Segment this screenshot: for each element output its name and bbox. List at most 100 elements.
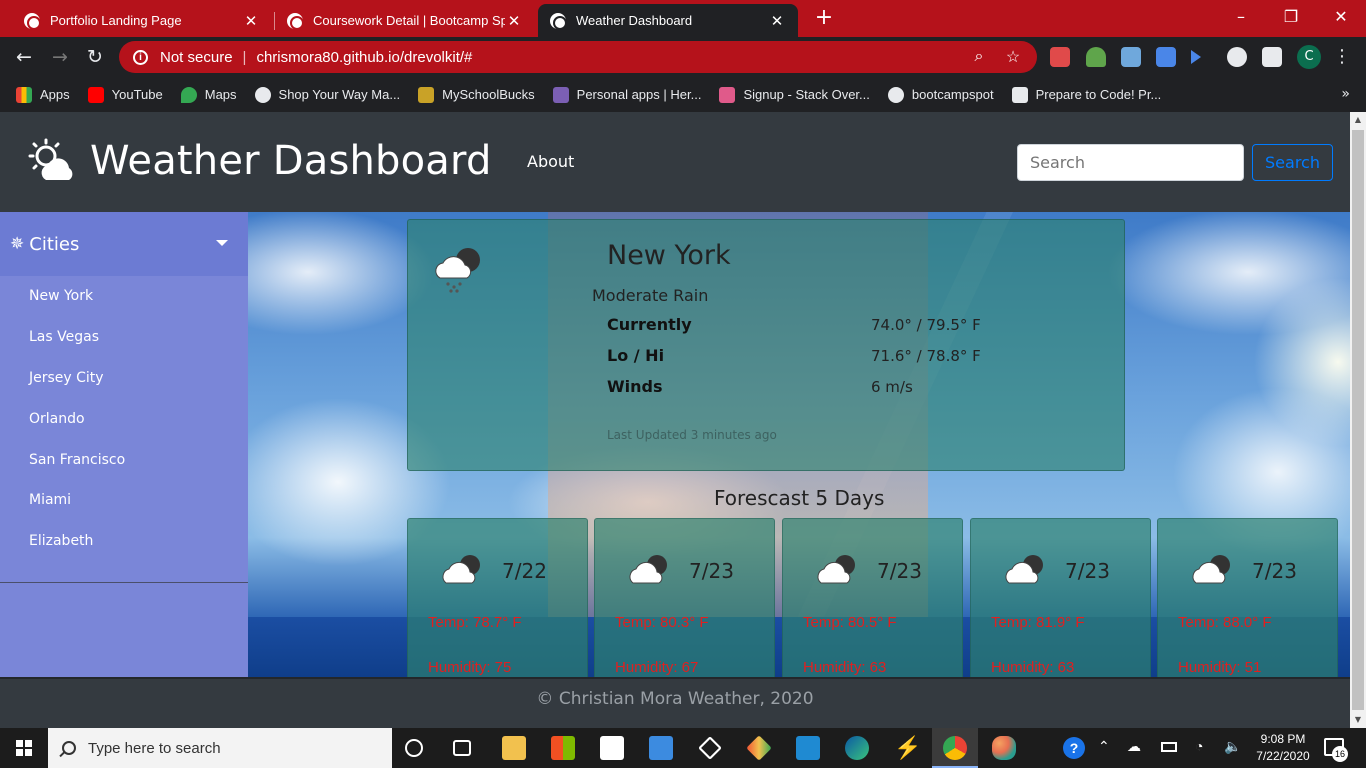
bookmark-stack-overflow[interactable]: Signup - Stack Over... [719,86,870,103]
stat-value-lo-hi: 71.6° / 78.8° F [871,347,981,365]
forward-arrow-icon[interactable]: → [48,45,72,69]
zoom-icon[interactable]: ⌕ [969,48,989,66]
footer: © Christian Mora Weather, 2020 [0,677,1350,728]
menu-icon[interactable]: ⋮ [1332,45,1352,69]
close-tab-icon[interactable]: ✕ [242,12,260,30]
cities-dropdown-toggle[interactable]: ✵ Cities [0,212,248,276]
forecast-date: 7/23 [1065,559,1110,583]
forecast-card: 7/22 Temp: 78.7° F Humidity: 75 [407,518,588,677]
globe-icon [550,12,567,30]
bookmark-shop-your-way[interactable]: Shop Your Way Ma... [254,86,400,103]
bookmark-maps[interactable]: Maps [180,86,237,103]
search-icon [62,741,76,755]
scroll-up-icon[interactable]: ▲ [1350,112,1366,128]
bookmark-youtube[interactable]: YouTube [87,86,163,103]
bookmark-myschoolbucks[interactable]: MySchoolBucks [418,86,535,103]
city-item-miami[interactable]: Miami [0,480,248,521]
onedrive-cloud-icon[interactable]: ☁ [1127,738,1141,755]
reload-icon[interactable]: ↻ [83,45,107,69]
scrollbar-thumb[interactable] [1352,130,1364,710]
navbar: Weather Dashboard About Search [0,112,1350,212]
task-view-icon[interactable] [453,740,471,756]
youtube-icon [87,86,104,103]
windows-icon [16,740,32,756]
city-item-new-york[interactable]: New York [0,276,248,317]
page-scrollbar[interactable]: ▲ ▼ [1350,112,1366,728]
forecast-date: 7/23 [689,559,734,583]
cloud-icon [1005,555,1043,584]
bookmark-apps[interactable]: Apps [16,86,70,103]
tab-coursework[interactable]: Coursework Detail | Bootcamp Sp ✕ [275,4,535,37]
cloud-rain-icon [435,248,480,293]
extension-ghost-icon[interactable] [1227,47,1247,67]
bookmark-bootcampspot[interactable]: bootcampspot [887,86,994,103]
heroku-icon [552,86,569,103]
address-bar[interactable]: i Not secure | chrismora80.github.io/dre… [119,41,1037,73]
help-icon[interactable]: ? [1063,737,1085,759]
city-item-orlando[interactable]: Orlando [0,398,248,439]
extension-red-icon[interactable] [1050,47,1070,67]
back-arrow-icon[interactable]: ← [12,45,36,69]
git-icon[interactable] [746,735,772,761]
taskbar-search[interactable]: Type here to search [48,728,392,768]
star-icon[interactable]: ☆ [1003,47,1023,67]
close-tab-icon[interactable]: ✕ [505,12,523,30]
forecast-humidity: Humidity: 75 [428,659,512,676]
forecast-humidity: Humidity: 63 [991,659,1075,676]
scroll-down-icon[interactable]: ▼ [1350,712,1366,728]
bookmarks-overflow-icon[interactable]: » [1341,86,1350,102]
cloud-icon [629,555,667,584]
city-item-san-francisco[interactable]: San Francisco [0,439,248,480]
vscode-icon[interactable] [796,736,820,760]
search-input[interactable] [1017,144,1244,181]
gear-icon: ✵ [10,234,25,254]
search-button[interactable]: Search [1252,144,1333,181]
store-icon[interactable] [551,736,575,760]
extension-play-icon[interactable] [1191,50,1201,64]
tab-weather-dashboard[interactable]: Weather Dashboard ✕ [538,4,798,37]
file-explorer-icon[interactable] [502,736,526,760]
current-city-name: New York [607,240,731,271]
paint-icon[interactable] [992,736,1016,760]
city-item-elizabeth[interactable]: Elizabeth [0,521,248,562]
maximize-button[interactable]: ❐ [1266,0,1316,32]
profile-avatar[interactable]: C [1297,45,1321,69]
security-label: Not secure [160,48,233,66]
edge-icon[interactable] [845,736,869,760]
forecast-date: 7/22 [502,559,547,583]
info-icon[interactable]: i [133,49,148,65]
stat-label-lo-hi: Lo / Hi [607,346,665,365]
sidebar: ✵ Cities New York Las Vegas Jersey City … [0,212,248,677]
mail-icon[interactable] [649,736,673,760]
amazon-icon[interactable] [600,736,624,760]
new-tab-button[interactable]: + [812,6,836,30]
start-button[interactable] [0,728,48,768]
dropbox-icon[interactable] [698,736,722,760]
minimize-button[interactable]: – [1216,0,1266,32]
wifi-icon[interactable]: ◔ [1195,738,1203,754]
extension-tree-icon[interactable] [1086,47,1106,67]
city-item-las-vegas[interactable]: Las Vegas [0,317,248,358]
extension-camera-icon[interactable] [1156,47,1176,67]
bookmark-personal-apps[interactable]: Personal apps | Her... [552,86,701,103]
bookmark-prepare-to-code[interactable]: Prepare to Code! Pr... [1011,86,1161,103]
close-window-button[interactable]: ✕ [1316,0,1366,32]
url-text[interactable]: chrismora80.github.io/drevolkit/# [256,49,969,66]
volume-icon[interactable]: 🔈 [1224,738,1241,755]
tab-portfolio[interactable]: Portfolio Landing Page ✕ [12,4,272,37]
forecast-humidity: Humidity: 67 [615,659,699,676]
extensions-puzzle-icon[interactable] [1262,47,1282,67]
system-clock[interactable]: 9:08 PM 7/22/2020 [1252,731,1314,765]
extension-screen-icon[interactable] [1121,47,1141,67]
nav-about-link[interactable]: About [527,152,574,171]
city-item-jersey-city[interactable]: Jersey City [0,358,248,399]
forecast-card: 7/23 Temp: 81.9° F Humidity: 63 [970,518,1151,677]
unity-icon[interactable]: ⚡ [894,736,921,760]
stat-value-currently: 74.0° / 79.5° F [871,316,981,334]
chevron-up-icon[interactable]: ⌃ [1098,738,1110,755]
brand-title: Weather Dashboard [90,138,492,184]
close-tab-icon[interactable]: ✕ [768,12,786,30]
brand[interactable]: Weather Dashboard [28,138,492,184]
cortana-icon[interactable] [405,739,423,757]
battery-icon[interactable] [1161,742,1177,752]
